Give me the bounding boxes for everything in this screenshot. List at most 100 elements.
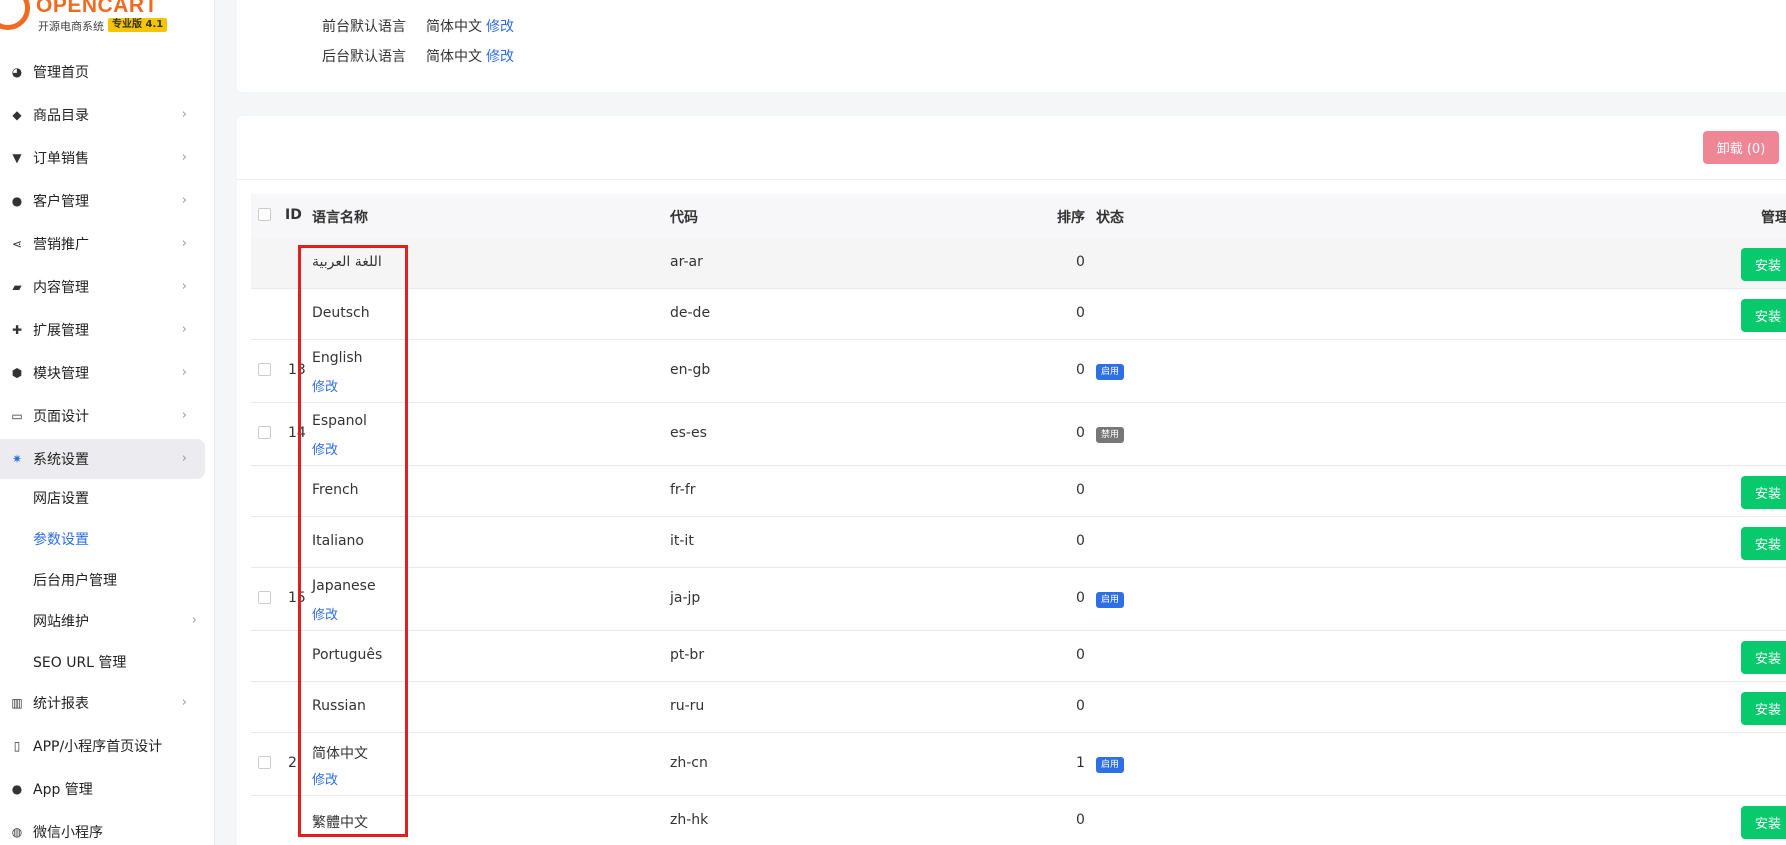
chevron-right-icon: › <box>181 322 187 337</box>
chevron-right-icon: › <box>181 408 187 423</box>
sidebar-item-label: 页面设计 <box>33 409 89 425</box>
select-all-checkbox[interactable] <box>258 208 271 221</box>
language-list-card: 卸载 (0) ID 语言名称 代码 排序 状态 管理 اللغة العربية… <box>237 116 1786 845</box>
cube-icon: ⬢ <box>11 366 23 380</box>
row-id: 13 <box>288 362 306 378</box>
admin-default-value: 简体中文 <box>426 49 482 65</box>
sidebar-subitem-3[interactable]: 网站维护 › <box>0 603 205 639</box>
row-code: es-es <box>670 425 707 441</box>
table-row: 13 English 修改 en-gb 0 启用 <box>251 340 1786 403</box>
sidebar-item-label: APP/小程序首页设计 <box>33 739 163 755</box>
sidebar: OPENCART 开源电商系统 专业版 4.1 ◕ 管理首页 ◆ 商品目录 › ▼ 订单销售… <box>0 0 215 845</box>
table-row: 繁體中文 zh-hk 0 安装 <box>251 796 1786 845</box>
brand-name: OPENCART <box>36 0 158 17</box>
sidebar-item-7[interactable]: ⬢ 模块管理 › <box>0 353 205 393</box>
sidebar-item-5[interactable]: ▰ 内容管理 › <box>0 267 205 307</box>
row-language-name: 简体中文 <box>312 746 368 762</box>
sidebar-subitem-4[interactable]: SEO URL 管理 <box>0 644 205 680</box>
install-button[interactable]: 安装 <box>1741 641 1786 674</box>
row-edit-link[interactable]: 修改 <box>312 604 338 623</box>
bar-chart-icon: ▥ <box>11 696 23 710</box>
col-code: 代码 <box>670 210 698 226</box>
admin-default-edit-link[interactable]: 修改 <box>486 49 514 65</box>
row-code: zh-hk <box>670 812 709 828</box>
row-edit-link[interactable]: 修改 <box>312 376 338 395</box>
row-checkbox[interactable] <box>258 591 271 604</box>
edition-badge: 专业版 4.1 <box>108 18 168 32</box>
sidebar-item-8[interactable]: ▭ 页面设计 › <box>0 396 205 436</box>
table-row: اللغة العربية ar-ar 0 安装 <box>251 238 1786 289</box>
admin-default-language: 后台默认语言 简体中文 修改 <box>322 46 514 66</box>
row-language-name: Italiano <box>312 533 364 549</box>
chevron-right-icon: › <box>191 613 197 628</box>
sidebar-item-label: 管理首页 <box>33 65 89 81</box>
col-status: 状态 <box>1096 210 1124 226</box>
row-language-name: Japanese <box>312 578 376 594</box>
chevron-right-icon: › <box>181 193 187 208</box>
sidebar-item-label: 模块管理 <box>33 366 89 382</box>
row-sort: 0 <box>1076 590 1085 606</box>
row-edit-link[interactable]: 修改 <box>312 769 338 788</box>
front-default-edit-link[interactable]: 修改 <box>486 19 514 35</box>
row-sort: 0 <box>1076 362 1085 378</box>
sidebar-item-label: 系统设置 <box>33 452 89 468</box>
sidebar-subitem-0[interactable]: 网店设置 <box>0 480 205 516</box>
sidebar-item-2[interactable]: ▼ 订单销售 › <box>0 138 205 178</box>
status-badge: 禁用 <box>1096 427 1125 443</box>
sidebar-item-label: 客户管理 <box>33 194 89 210</box>
apple-icon: ● <box>11 782 23 796</box>
sidebar-bottom-item-1[interactable]: ▯ APP/小程序首页设计 <box>0 726 205 766</box>
sidebar-subitem-1[interactable]: 参数设置 <box>0 521 205 557</box>
sidebar-item-0[interactable]: ◕ 管理首页 <box>0 52 205 92</box>
sidebar-bottom-item-0[interactable]: ▥ 统计报表 › <box>0 683 205 723</box>
dashboard-icon: ◕ <box>11 65 23 79</box>
chevron-right-icon: › <box>181 107 187 122</box>
table-row: Russian ru-ru 0 安装 <box>251 682 1786 733</box>
row-language-name: 繁體中文 <box>312 815 368 831</box>
col-sort: 排序 <box>1057 210 1085 226</box>
row-sort: 0 <box>1076 647 1085 663</box>
table-row: Deutsch de-de 0 安装 <box>251 289 1786 340</box>
row-checkbox[interactable] <box>258 756 271 769</box>
row-edit-link[interactable]: 修改 <box>312 439 338 458</box>
sidebar-subitem-label: 参数设置 <box>33 532 89 548</box>
row-language-name: French <box>312 482 359 498</box>
row-sort: 0 <box>1076 812 1085 828</box>
row-id: 2 <box>288 755 297 771</box>
sidebar-item-9[interactable]: ✷ 系统设置 › <box>0 439 205 479</box>
sidebar-bottom-item-2[interactable]: ● App 管理 <box>0 769 205 809</box>
sidebar-item-6[interactable]: ✚ 扩展管理 › <box>0 310 205 350</box>
sidebar-item-label: 订单销售 <box>33 151 89 167</box>
row-language-name: Espanol <box>312 413 367 429</box>
install-button[interactable]: 安装 <box>1741 476 1786 509</box>
uninstall-button[interactable]: 卸载 (0) <box>1703 131 1779 164</box>
row-checkbox[interactable] <box>258 426 271 439</box>
row-language-name: English <box>312 350 363 366</box>
table-header: ID 语言名称 代码 排序 状态 管理 <box>251 194 1786 238</box>
sidebar-item-label: 内容管理 <box>33 280 89 296</box>
table-row: 2 简体中文 修改 zh-cn 1 启用 <box>251 733 1786 796</box>
sidebar-subitem-2[interactable]: 后台用户管理 <box>0 562 205 598</box>
sidebar-bottom-item-3[interactable]: ◍ 微信小程序 <box>0 812 205 845</box>
table-row: 15 Japanese 修改 ja-jp 0 启用 <box>251 568 1786 631</box>
col-id: ID <box>285 207 302 223</box>
sidebar-item-1[interactable]: ◆ 商品目录 › <box>0 95 205 135</box>
install-button[interactable]: 安装 <box>1741 248 1786 281</box>
install-button[interactable]: 安装 <box>1741 299 1786 332</box>
chevron-right-icon: › <box>181 236 187 251</box>
sidebar-item-label: 微信小程序 <box>33 825 103 841</box>
install-button[interactable]: 安装 <box>1741 527 1786 560</box>
tags-icon: ◆ <box>12 108 22 122</box>
row-checkbox[interactable] <box>258 363 271 376</box>
row-code: ja-jp <box>670 590 701 606</box>
logo[interactable]: OPENCART 开源电商系统 专业版 4.1 <box>0 0 214 40</box>
mobile-icon: ▯ <box>13 739 21 753</box>
row-id: 15 <box>288 590 306 606</box>
sidebar-subitem-label: SEO URL 管理 <box>33 655 127 671</box>
install-button[interactable]: 安装 <box>1741 692 1786 725</box>
sidebar-item-4[interactable]: ⋖ 营销推广 › <box>0 224 205 264</box>
front-default-value: 简体中文 <box>426 19 482 35</box>
sidebar-item-3[interactable]: ● 客户管理 › <box>0 181 205 221</box>
default-language-card: 前台默认语言 简体中文 修改 后台默认语言 简体中文 修改 <box>237 0 1786 92</box>
install-button[interactable]: 安装 <box>1741 806 1786 839</box>
